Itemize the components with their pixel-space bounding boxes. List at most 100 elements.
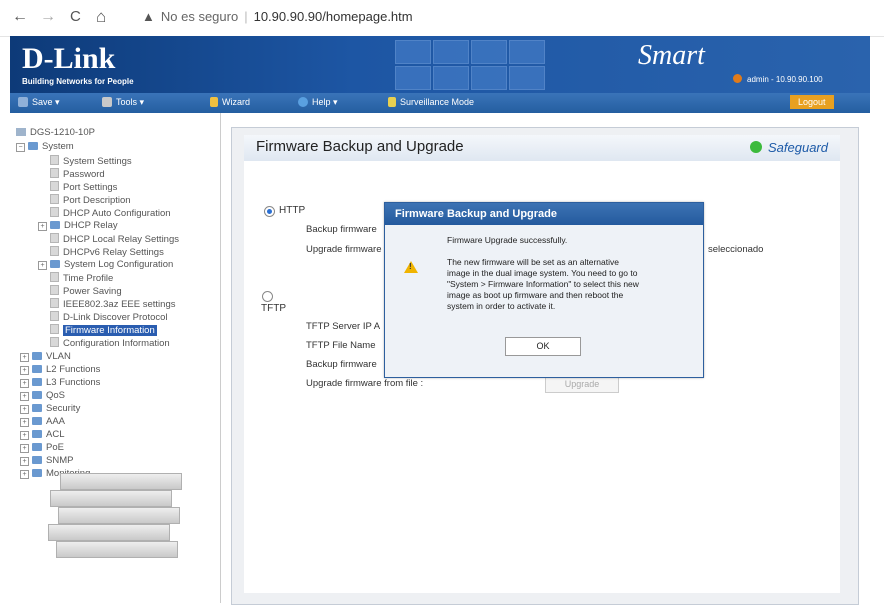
dialog-message-line: image in the dual image system. You need…	[447, 268, 638, 278]
computer-icon	[16, 128, 26, 136]
page-title: Firmware Backup and Upgrade	[256, 138, 464, 155]
expand-icon[interactable]: +	[20, 366, 29, 375]
tree-item-label: System Settings	[63, 156, 132, 167]
tree-item-port-description[interactable]: Port Description	[50, 194, 131, 206]
folder-icon	[32, 456, 42, 464]
expand-icon[interactable]: +	[20, 353, 29, 362]
safeguard-indicator: Safeguard	[750, 140, 828, 155]
tree-group-label: PoE	[46, 442, 64, 453]
folder-icon	[50, 221, 60, 229]
page-icon	[50, 285, 59, 295]
tree-group-aaa[interactable]: + AAA	[20, 416, 65, 427]
folder-icon	[32, 378, 42, 386]
folder-icon	[32, 417, 42, 425]
help-icon	[298, 97, 308, 107]
surveillance-menu-label: Surveillance Mode	[400, 97, 475, 107]
page-icon	[50, 194, 59, 204]
save-menu[interactable]: Save ▾	[18, 97, 60, 108]
tree-item-system-settings[interactable]: System Settings	[50, 155, 132, 167]
tools-menu[interactable]: Tools ▾	[102, 97, 144, 108]
tree-item-dhcp-relay[interactable]: + DHCP Relay	[38, 220, 118, 231]
tree-group-qos[interactable]: + QoS	[20, 390, 65, 401]
expand-icon[interactable]: +	[20, 392, 29, 401]
address-bar[interactable]: ▲ No es seguro | 10.90.90.90/homepage.htm	[142, 9, 413, 24]
expand-icon[interactable]: +	[20, 457, 29, 466]
tree-item-port-settings[interactable]: Port Settings	[50, 181, 117, 193]
wizard-menu[interactable]: Wizard	[210, 97, 250, 107]
tree-item-label: DHCP Local Relay Settings	[63, 234, 179, 245]
http-label: HTTP	[279, 205, 306, 216]
dialog-message-line: Firmware Upgrade successfully.	[447, 235, 568, 245]
dlink-logo: D-Link	[22, 42, 116, 75]
tree-group-security[interactable]: + Security	[20, 403, 80, 414]
tree-system[interactable]: − System	[16, 141, 74, 152]
tree-item-password[interactable]: Password	[50, 168, 105, 180]
tree-item-dhcpv6-relay[interactable]: DHCPv6 Relay Settings	[50, 246, 164, 258]
backup-firmware-label: Backup firmware	[306, 224, 377, 235]
dialog-title: Firmware Backup and Upgrade	[385, 203, 703, 225]
folder-icon	[32, 443, 42, 451]
tree-group-acl[interactable]: + ACL	[20, 429, 64, 440]
switch-stack-illustration	[30, 468, 190, 578]
page-icon	[50, 207, 59, 217]
help-menu[interactable]: Help ▾	[298, 97, 338, 108]
safeguard-status-icon	[750, 141, 762, 153]
tree-group-poe[interactable]: + PoE	[20, 442, 64, 453]
user-label: admin - 10.90.90.100	[747, 75, 823, 84]
panel-header: Firmware Backup and Upgrade Safeguard	[244, 135, 840, 162]
upgrade-success-dialog: Firmware Backup and Upgrade ! Firmware U…	[384, 202, 704, 378]
tree-group-snmp[interactable]: + SNMP	[20, 455, 73, 466]
ok-button[interactable]: OK	[505, 337, 581, 356]
expand-icon[interactable]: +	[20, 405, 29, 414]
tree-item-config-information[interactable]: Configuration Information	[50, 337, 170, 349]
dialog-message-line: The new firmware will be set as an alter…	[447, 257, 619, 267]
page-icon	[50, 311, 59, 321]
divider: |	[244, 9, 248, 24]
expand-icon[interactable]: +	[20, 418, 29, 427]
tree-group-vlan[interactable]: + VLAN	[20, 351, 71, 362]
logout-button[interactable]: Logout	[790, 95, 834, 109]
tftp-label: TFTP	[261, 303, 286, 314]
tree-item-label: D-Link Discover Protocol	[63, 312, 168, 323]
tree-system-label: System	[42, 141, 74, 152]
expand-icon[interactable]: +	[20, 431, 29, 440]
expand-icon[interactable]: +	[38, 261, 47, 270]
expand-icon[interactable]: +	[20, 444, 29, 453]
expand-icon[interactable]: +	[38, 222, 47, 231]
dialog-message-line: system in order to activate it.	[447, 301, 556, 311]
tree-group-l2-functions[interactable]: + L2 Functions	[20, 364, 100, 375]
tree-item-system-log[interactable]: + System Log Configuration	[38, 259, 173, 270]
tree-item-dhcp-auto-config[interactable]: DHCP Auto Configuration	[50, 207, 171, 219]
save-menu-label: Save ▾	[32, 97, 60, 107]
surveillance-mode-menu[interactable]: Surveillance Mode	[388, 97, 474, 107]
tree-item-dhcp-local-relay[interactable]: DHCP Local Relay Settings	[50, 233, 179, 245]
collapse-icon[interactable]: −	[16, 143, 25, 152]
tree-item-power-saving[interactable]: Power Saving	[50, 285, 122, 297]
upgrade-button[interactable]: Upgrade	[545, 376, 619, 393]
tree-item-label: System Log Configuration	[64, 259, 174, 270]
page-icon	[50, 168, 59, 178]
upgrade-firmware-label: Upgrade firmware	[306, 244, 382, 255]
tftp-radio[interactable]	[262, 291, 273, 302]
wizard-menu-label: Wizard	[222, 97, 251, 107]
forward-arrow-icon[interactable]: →	[40, 8, 56, 26]
security-label: No es seguro	[160, 9, 239, 24]
tree-item-firmware-information[interactable]: Firmware Information	[50, 324, 157, 336]
tree-item-eee-settings[interactable]: IEEE802.3az EEE settings	[50, 298, 175, 310]
reload-icon[interactable]: C	[70, 8, 81, 26]
tree-item-time-profile[interactable]: Time Profile	[50, 272, 113, 284]
tree-item-dlink-discover[interactable]: D-Link Discover Protocol	[50, 311, 168, 323]
folder-icon	[32, 404, 42, 412]
tree-item-label: Configuration Information	[63, 338, 170, 349]
expand-icon[interactable]: +	[20, 470, 29, 479]
tree-device[interactable]: DGS-1210-10P	[16, 127, 95, 138]
expand-icon[interactable]: +	[20, 379, 29, 388]
dialog-message-line: "System > Firmware Information" to selec…	[447, 279, 639, 289]
tree-item-label: Time Profile	[63, 273, 114, 284]
back-arrow-icon[interactable]: ←	[12, 8, 28, 26]
http-radio[interactable]	[264, 206, 275, 217]
home-icon[interactable]: ⌂	[96, 8, 106, 26]
tree-group-label: SNMP	[46, 455, 74, 466]
user-icon	[733, 74, 742, 83]
tree-group-l3-functions[interactable]: + L3 Functions	[20, 377, 100, 388]
